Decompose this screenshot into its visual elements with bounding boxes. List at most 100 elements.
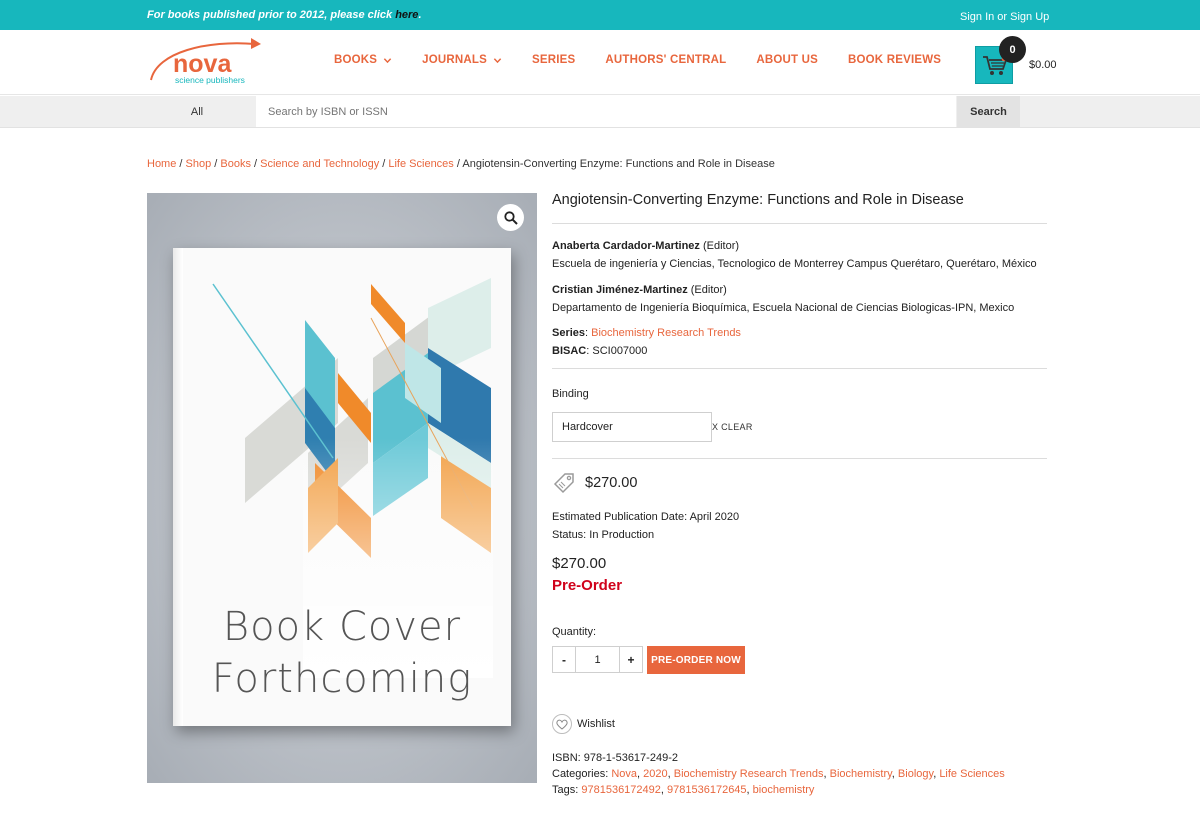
editor-1: Anaberta Cardador-Martinez (Editor) [552,240,739,252]
nav-item-journals[interactable]: JOURNALS [422,54,502,66]
breadcrumb-separator: / [211,158,221,170]
wishlist-label: Wishlist [577,718,615,730]
heart-icon [552,714,572,734]
search-input[interactable] [256,96,956,127]
product-title: Angiotensin-Converting Enzyme: Functions… [552,192,964,208]
logo-name: nova [173,50,232,78]
nav-item-label: JOURNALS [422,54,488,66]
nav-item-label: ABOUT US [756,54,819,66]
clear-binding-link[interactable]: X CLEAR [712,422,753,432]
availability-status: Pre-Order [552,577,623,594]
categories-label: Categories: [552,768,612,780]
cover-line-1: Book Cover [222,604,462,650]
search-bar: All Search [0,96,1200,128]
search-category-select[interactable]: All [146,96,248,128]
editor-1-name[interactable]: Anaberta Cardador-Martinez [552,240,700,252]
series-label: Series [552,327,586,339]
book-spine [173,248,183,726]
cover-art-shapes [212,278,493,678]
category-link[interactable]: 2020 [643,768,667,780]
cart-count-badge: 0 [999,36,1026,63]
tag-link[interactable]: biochemistry [753,784,815,796]
zoom-button[interactable] [497,204,524,231]
nav-item-book-reviews[interactable]: BOOK REVIEWS [848,54,941,66]
main-nav: BOOKS JOURNALS SERIES AUTHORS' CENTRAL ABOUT… [334,54,971,66]
sign-in-link[interactable]: Sign In or Sign Up [960,11,1049,23]
breadcrumb-link[interactable]: Life Sciences [388,158,453,170]
bisac-line: BISAC: SCI007000 [552,345,648,357]
isbn: ISBN: 978-1-53617-249-2 [552,752,678,764]
notice-end: . [418,9,422,21]
pre-order-button[interactable]: PRE-ORDER NOW [647,646,745,674]
category-link[interactable]: Biology [898,768,933,780]
editor-1-role: (Editor) [699,240,740,252]
editor-2-role: (Editor) [687,284,727,296]
breadcrumb-separator: / [176,158,186,170]
product-image[interactable]: Book Cover Forthcoming [147,193,537,783]
binding-label: Binding [552,388,589,400]
divider [552,458,1047,459]
logo-tagline: science publishers [175,75,245,85]
site-header: nova science publishers BOOKS JOURNALS SER… [0,30,1200,95]
chevron-down-icon [493,57,502,63]
search-button[interactable]: Search [957,96,1020,127]
magnifier-icon [503,210,518,225]
notice-here-link[interactable]: here [395,9,418,21]
categories-line: Categories: Nova, 2020, Biochemistry Res… [552,768,1005,780]
divider [552,368,1047,369]
breadcrumb-separator: / [379,158,389,170]
editor-2: Cristian Jiménez-Martinez (Editor) [552,284,727,296]
breadcrumb-link[interactable]: Shop [186,158,212,170]
binding-select[interactable]: Hardcover [552,412,712,442]
wishlist-button[interactable]: Wishlist [552,714,615,734]
bisac-value: SCI007000 [592,345,648,357]
nova-logo[interactable]: nova science publishers [147,34,265,90]
editor-2-affiliation: Departamento de Ingeniería Bioquímica, E… [552,302,1015,314]
quantity-increase-button[interactable]: + [619,647,642,672]
breadcrumb-link[interactable]: Science and Technology [260,158,379,170]
breadcrumb-link[interactable]: Home [147,158,176,170]
nav-item-label: SERIES [532,54,576,66]
notice-text: For books published prior to 2012, pleas… [147,9,396,21]
category-link[interactable]: Life Sciences [939,768,1004,780]
breadcrumb: Home / Shop / Books / Science and Techno… [147,158,775,170]
editor-2-name[interactable]: Cristian Jiménez-Martinez [552,284,688,296]
quantity-input[interactable]: 1 [576,647,619,672]
breadcrumb-link[interactable]: Books [220,158,251,170]
product-price: $270.00 [585,475,638,491]
cover-line-2: Forthcoming [211,656,473,702]
nav-item-series[interactable]: SERIES [532,54,575,66]
chevron-down-icon [383,57,392,63]
divider [552,223,1047,224]
quantity-decrease-button[interactable]: - [553,647,576,672]
cart-total: $0.00 [1029,59,1057,71]
category-link[interactable]: Biochemistry Research Trends [674,768,824,780]
top-notice-bar: For books published prior to 2012, pleas… [0,0,1200,30]
price-tag-icon [553,473,574,494]
production-status: Status: In Production [552,529,655,541]
tags-label: Tags: [552,784,582,796]
estimated-publication-date: Estimated Publication Date: April 2020 [552,511,740,523]
nav-item-about-us[interactable]: ABOUT US [756,54,818,66]
tag-link[interactable]: 9781536172492 [581,784,661,796]
category-link[interactable]: Nova [611,768,637,780]
nav-item-label: BOOK REVIEWS [848,54,942,66]
legacy-books-notice: For books published prior to 2012, pleas… [147,9,422,21]
variant-price: $270.00 [552,555,607,572]
tag-link[interactable]: 9781536172645 [667,784,747,796]
tags-line: Tags: 9781536172492, 9781536172645, bioc… [552,784,815,796]
book-cover: Book Cover Forthcoming [173,248,511,726]
quantity-stepper: - 1 + [552,646,643,673]
quantity-label: Quantity: [552,626,597,638]
editor-1-affiliation: Escuela de ingeniería y Ciencias, Tecnol… [552,258,1037,270]
breadcrumb-current: Angiotensin-Converting Enzyme: Functions… [462,158,775,170]
nav-item-books[interactable]: BOOKS [334,54,392,66]
series-link[interactable]: Biochemistry Research Trends [591,327,741,339]
bisac-label: BISAC [552,345,587,357]
series-line: Series: Biochemistry Research Trends [552,327,741,339]
nav-item-label: BOOKS [334,54,378,66]
breadcrumb-separator: / [250,158,261,170]
nav-item-label: AUTHORS' CENTRAL [605,54,727,66]
category-link[interactable]: Biochemistry [830,768,892,780]
nav-item-authors-central[interactable]: AUTHORS' CENTRAL [605,54,726,66]
